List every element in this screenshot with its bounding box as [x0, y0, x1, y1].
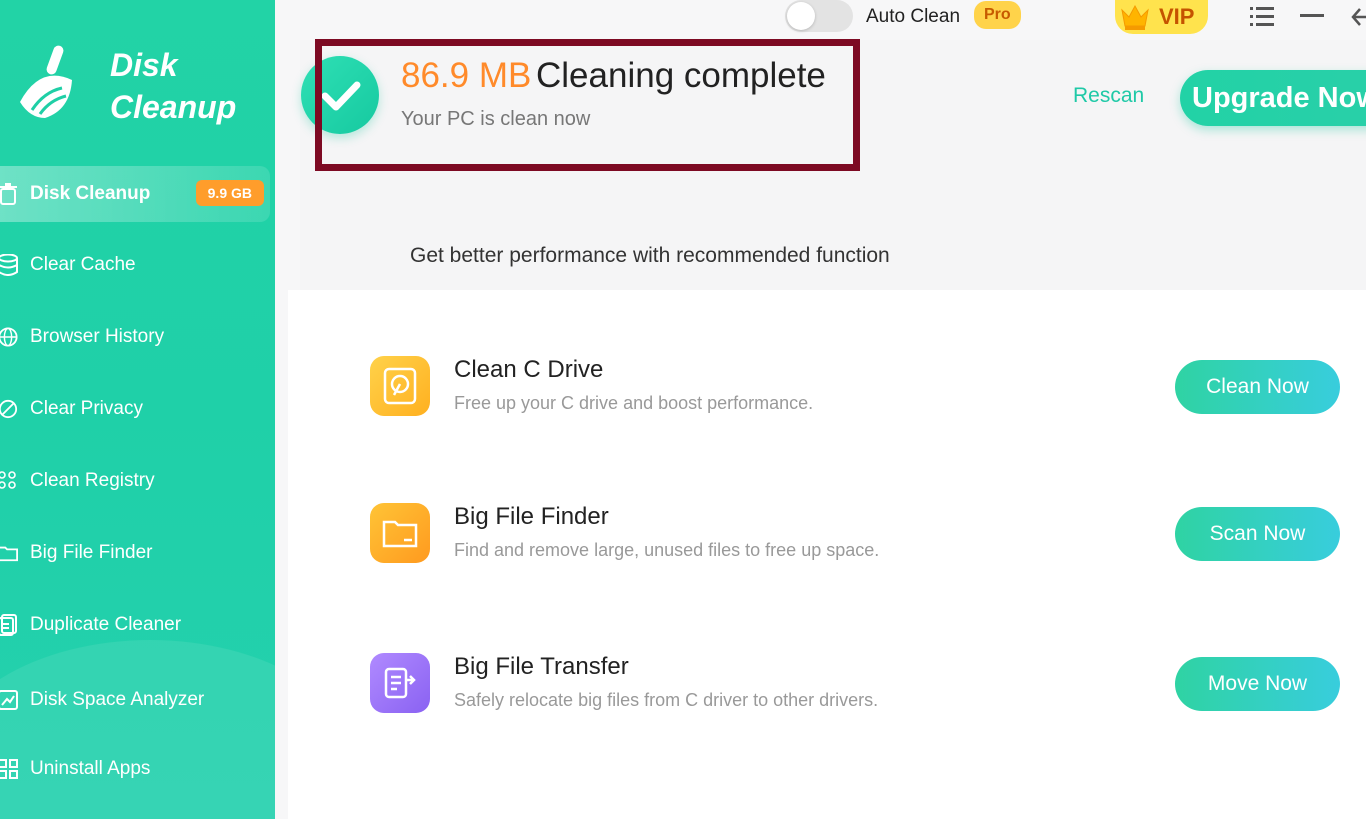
folder-icon — [0, 541, 18, 565]
sidebar-item-label: Clear Privacy — [30, 398, 143, 419]
sidebar-item-browser-history[interactable]: Browser History — [0, 309, 270, 365]
auto-clean-label: Auto Clean — [866, 6, 961, 27]
feature-clean-c-drive: Clean C Drive Free up your C drive and b… — [370, 356, 1366, 426]
sidebar-item-label: Big File Finder — [30, 542, 153, 563]
cleaned-size: 86.9 MB — [401, 56, 532, 95]
size-badge: 9.9 GB — [195, 180, 264, 206]
sidebar-item-clear-privacy[interactable]: Clear Privacy — [0, 381, 270, 437]
crown-icon — [1121, 4, 1149, 30]
sidebar-item-label: Duplicate Cleaner — [30, 614, 182, 635]
sidebar-item-big-file-finder[interactable]: Big File Finder — [0, 525, 270, 581]
app-title-line1: Disk — [110, 47, 178, 83]
broom-logo-icon — [20, 45, 72, 118]
feature-title: Big File Transfer — [454, 653, 629, 680]
menu-list-icon[interactable] — [1250, 6, 1274, 28]
feature-desc: Free up your C drive and boost performan… — [454, 393, 814, 413]
folder-icon — [370, 503, 430, 563]
feature-desc: Find and remove large, unused files to f… — [454, 540, 880, 560]
recommend-heading: Get better performance with recommended … — [410, 244, 890, 267]
grid-dots-icon — [0, 469, 18, 493]
sidebar: Disk Cleanup Disk Cleanup 9.9 GB Clear C… — [0, 0, 275, 819]
app-title-line2: Cleanup — [110, 89, 237, 125]
feature-title: Clean C Drive — [454, 356, 604, 383]
result-subtitle: Your PC is clean now — [401, 108, 591, 130]
file-transfer-icon — [370, 653, 430, 713]
upgrade-now-button[interactable]: Upgrade Now — [1180, 70, 1366, 126]
apps-icon — [0, 757, 18, 781]
sidebar-item-label: Browser History — [30, 326, 165, 347]
move-now-button[interactable]: Move Now — [1175, 657, 1340, 711]
sidebar-item-uninstall-apps[interactable]: Uninstall Apps — [0, 741, 270, 797]
rescan-link[interactable]: Rescan — [1073, 84, 1144, 108]
hard-drive-icon — [370, 356, 430, 416]
result-title: Cleaning complete — [536, 56, 826, 95]
chart-icon — [0, 688, 18, 712]
sidebar-item-label: Disk Cleanup — [30, 183, 151, 204]
vip-label: VIP — [1159, 4, 1195, 29]
sidebar-item-label: Uninstall Apps — [30, 758, 151, 779]
minimize-icon[interactable] — [1300, 14, 1324, 17]
eye-slash-icon — [0, 397, 18, 421]
sidebar-item-label: Clear Cache — [30, 254, 136, 275]
vip-button[interactable]: VIP — [1115, 0, 1209, 34]
sidebar-item-label: Clean Registry — [30, 470, 155, 491]
auto-clean-toggle[interactable] — [785, 0, 853, 32]
feature-desc: Safely relocate big files from C driver … — [454, 690, 879, 710]
sidebar-item-clean-registry[interactable]: Clean Registry — [0, 453, 270, 509]
pro-badge: Pro — [974, 1, 1021, 29]
toggle-knob — [787, 2, 815, 30]
sidebar-item-disk-space-analyzer[interactable]: Disk Space Analyzer — [0, 672, 270, 728]
scan-now-button[interactable]: Scan Now — [1175, 507, 1340, 561]
sidebar-item-clear-cache[interactable]: Clear Cache — [0, 237, 270, 293]
feature-big-file-finder: Big File Finder Find and remove large, u… — [370, 503, 1366, 573]
sidebar-item-label: Disk Space Analyzer — [30, 689, 205, 710]
duplicate-icon — [0, 613, 18, 637]
sidebar-item-duplicate-cleaner[interactable]: Duplicate Cleaner — [0, 597, 270, 653]
sidebar-item-disk-cleanup[interactable]: Disk Cleanup 9.9 GB — [0, 166, 270, 222]
globe-icon — [0, 325, 18, 349]
feature-big-file-transfer: Big File Transfer Safely relocate big fi… — [370, 653, 1366, 723]
database-icon — [0, 253, 18, 277]
back-arrow-icon[interactable] — [1350, 6, 1366, 28]
app-title: Disk Cleanup — [110, 44, 236, 128]
feature-title: Big File Finder — [454, 503, 609, 530]
clean-now-button[interactable]: Clean Now — [1175, 360, 1340, 414]
trash-icon — [0, 182, 18, 206]
